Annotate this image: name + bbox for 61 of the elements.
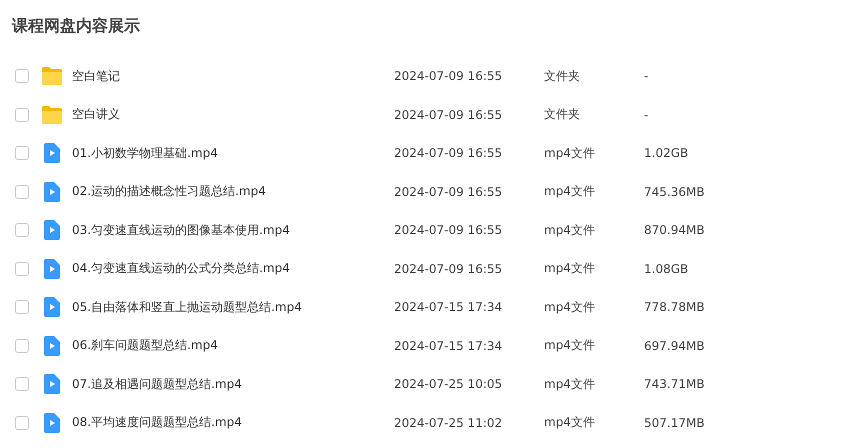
page-title: 课程网盘内容展示 (12, 15, 141, 37)
checkbox[interactable] (15, 69, 29, 84)
modified-date: 2024-07-25 10:05 (394, 377, 504, 392)
file-size: 1.02GB (644, 146, 688, 160)
video-file-icon (44, 143, 60, 164)
checkbox[interactable] (15, 146, 29, 160)
file-name[interactable]: 08.平均速度问题题型总结.mp4 (72, 414, 394, 432)
modified-date: 2024-07-15 17:34 (394, 338, 504, 353)
file-size: 507.17MB (644, 416, 705, 430)
file-size: 778.78MB (644, 300, 705, 314)
file-type: mp4文件 (544, 183, 596, 200)
file-type: mp4文件 (544, 337, 596, 354)
checkbox[interactable] (15, 300, 29, 314)
file-size: 697.94MB (644, 338, 705, 353)
checkbox[interactable] (15, 262, 29, 276)
folder-icon (41, 104, 63, 125)
modified-date: 2024-07-15 17:34 (394, 300, 504, 314)
checkbox[interactable] (15, 416, 29, 430)
modified-date: 2024-07-09 16:55 (394, 108, 504, 122)
file-type: 文件夹 (544, 68, 581, 85)
video-file-icon (44, 182, 60, 202)
video-file-icon (44, 412, 60, 433)
file-name[interactable]: 05.自由落体和竖直上抛运动题型总结.mp4 (72, 298, 394, 316)
video-file-icon (44, 374, 60, 394)
checkbox[interactable] (15, 108, 29, 122)
modified-date: 2024-07-09 16:55 (394, 223, 504, 238)
file-type: mp4文件 (544, 376, 596, 393)
file-name[interactable]: 02.运动的描述概念性习题总结.mp4 (72, 183, 394, 200)
video-file-icon (44, 336, 60, 356)
modified-date: 2024-07-09 16:55 (394, 184, 504, 199)
file-size: - (644, 108, 648, 122)
file-name[interactable]: 01.小初数学物理基础.mp4 (72, 144, 394, 162)
file-type: 文件夹 (544, 106, 581, 124)
video-file-icon (44, 258, 60, 279)
file-type: mp4文件 (544, 298, 596, 316)
file-type: mp4文件 (544, 222, 596, 239)
file-type: mp4文件 (544, 144, 596, 162)
video-file-icon (44, 220, 60, 240)
file-type: mp4文件 (544, 260, 596, 278)
file-size: - (644, 69, 648, 84)
modified-date: 2024-07-25 11:02 (394, 416, 504, 430)
modified-date: 2024-07-09 16:55 (394, 69, 504, 84)
checkbox[interactable] (15, 377, 29, 392)
modified-date: 2024-07-09 16:55 (394, 146, 504, 160)
file-type: mp4文件 (544, 414, 596, 432)
file-name[interactable]: 空白讲义 (72, 106, 394, 124)
file-name[interactable]: 04.匀变速直线运动的公式分类总结.mp4 (72, 260, 394, 278)
file-name[interactable]: 空白笔记 (72, 68, 394, 85)
modified-date: 2024-07-09 16:55 (394, 262, 504, 276)
file-size: 870.94MB (644, 223, 705, 238)
file-name[interactable]: 03.匀变速直线运动的图像基本使用.mp4 (72, 222, 394, 239)
file-size: 1.08GB (644, 262, 688, 276)
file-size: 745.36MB (644, 184, 705, 199)
checkbox[interactable] (15, 338, 29, 353)
file-name[interactable]: 07.追及相遇问题题型总结.mp4 (72, 376, 394, 393)
checkbox[interactable] (15, 184, 29, 199)
video-file-icon (44, 297, 60, 318)
checkbox[interactable] (15, 223, 29, 238)
file-size: 743.71MB (644, 377, 705, 392)
folder-icon (41, 66, 63, 86)
file-name[interactable]: 06.刹车问题题型总结.mp4 (72, 337, 394, 354)
